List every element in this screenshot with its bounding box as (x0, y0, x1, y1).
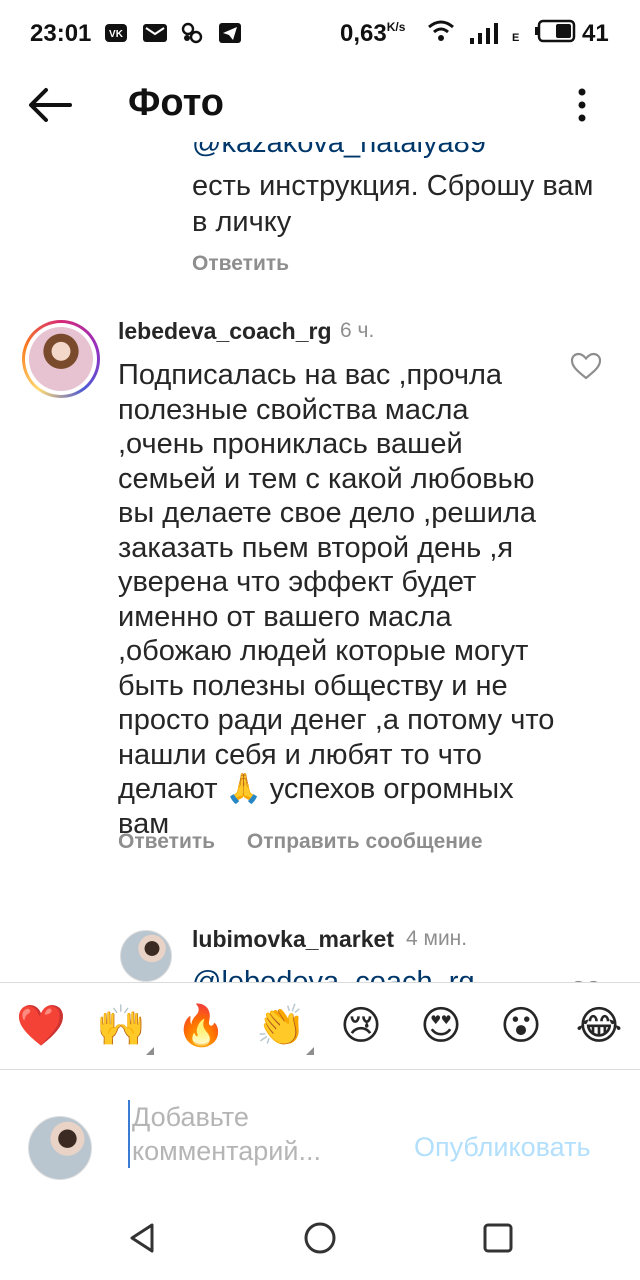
vk-notification-icon: VK (105, 24, 127, 42)
comments-list[interactable]: @kazakova_natalya89 есть инструкция. Сбр… (0, 142, 640, 982)
avatar[interactable] (120, 930, 172, 982)
mention-link[interactable]: @kazakova_natalya89 (192, 142, 486, 160)
reply-button[interactable]: Ответить (118, 830, 215, 853)
telegram-notification-icon (219, 23, 241, 43)
page-title: Фото (128, 82, 225, 124)
clapping-hands-emoji[interactable]: 👏 (256, 1001, 314, 1055)
comment-input[interactable]: Добавьте комментарий... (128, 1100, 378, 1168)
mention-link[interactable]: @lebedeva_coach_rg (192, 966, 475, 982)
wifi-icon (428, 20, 454, 41)
pinwheel-notification-icon (181, 22, 203, 44)
red-heart-emoji[interactable]: ❤️ (16, 1001, 66, 1051)
avatar (28, 1116, 92, 1180)
crying-face-emoji[interactable]: 😢 (336, 1001, 386, 1051)
comment-time: 4 мин. (406, 927, 468, 950)
status-bar: 23:01 VK 0,63K/s E 41 (0, 0, 640, 68)
comment-text: Подписалась на вас ,прочла полезные свой… (118, 359, 555, 840)
home-circle-icon[interactable] (302, 1220, 338, 1256)
comment-actions: Ответить Отправить сообщение (118, 830, 509, 854)
more-vertical-icon[interactable] (566, 82, 598, 128)
comment-username[interactable]: lebedeva_coach_rg (118, 318, 332, 345)
comment-composer: Добавьте комментарий... Опубликовать (0, 1070, 640, 1198)
comment-username[interactable]: lubimovka_market (192, 926, 394, 953)
heart-eyes-emoji[interactable]: 😍 (416, 1001, 466, 1051)
quick-emoji-bar: ❤️ 🙌 🔥 👏 😢 😍 😮 😂 (0, 982, 640, 1070)
fire-emoji[interactable]: 🔥 (176, 1001, 226, 1051)
send-message-button[interactable]: Отправить сообщение (247, 830, 483, 853)
comment-time: 6 ч. (340, 319, 375, 342)
arrow-left-icon[interactable] (24, 82, 74, 128)
system-nav-bar (0, 1198, 640, 1280)
mail-notification-icon (143, 24, 167, 42)
app-bar: Фото (0, 68, 640, 142)
tears-of-joy-emoji[interactable]: 😂 (574, 1001, 624, 1051)
battery-icon (535, 19, 576, 43)
heart-outline-icon[interactable] (570, 352, 602, 380)
back-triangle-icon[interactable] (124, 1220, 160, 1256)
publish-button[interactable]: Опубликовать (414, 1132, 591, 1163)
status-time: 23:01 (30, 20, 92, 47)
avatar[interactable] (22, 320, 100, 398)
raising-hands-emoji[interactable]: 🙌 (96, 1001, 154, 1055)
network-type: E (512, 32, 520, 44)
battery-level: 41 (582, 20, 609, 47)
reply-button[interactable]: Ответить (192, 252, 289, 276)
svg-text:VK: VK (109, 29, 124, 40)
surprised-face-emoji[interactable]: 😮 (496, 1001, 546, 1051)
reply-text: есть инструкция. Сброшу вам в личку (192, 170, 594, 238)
recents-square-icon[interactable] (480, 1220, 516, 1256)
signal-icon (470, 23, 498, 44)
network-speed: 0,63K/s (340, 20, 406, 47)
